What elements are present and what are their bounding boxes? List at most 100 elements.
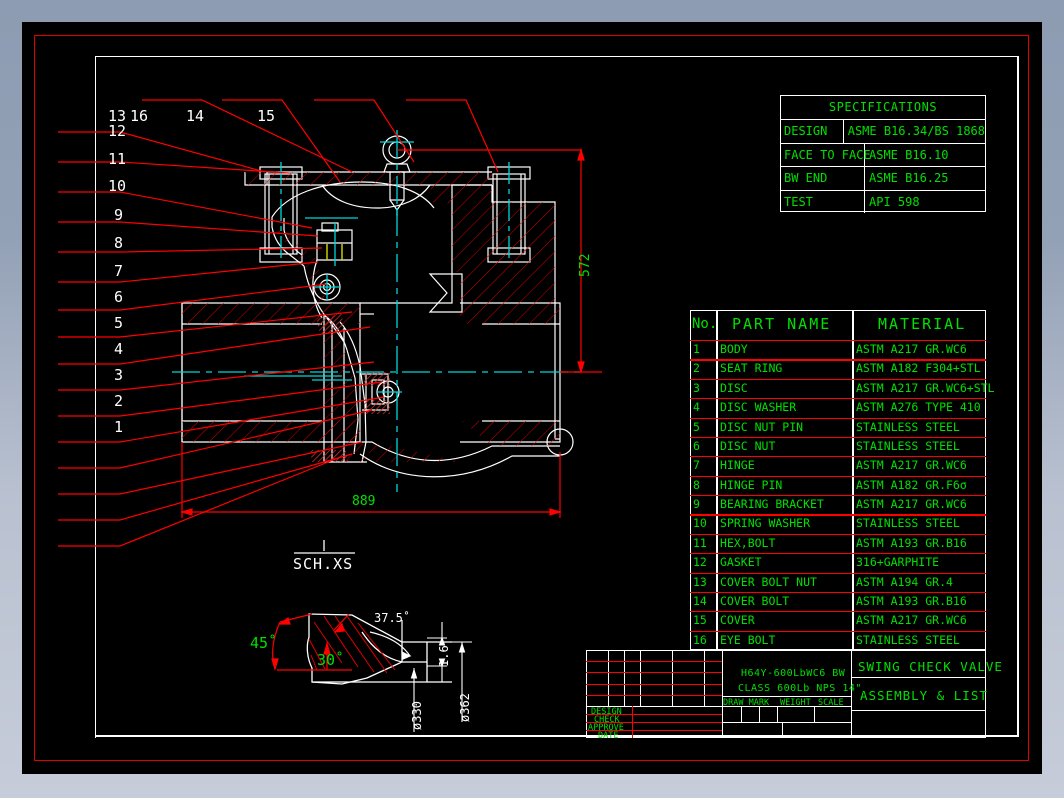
parts-cell-material: ASTM A182 GR.F6σ	[856, 477, 967, 492]
balloon-7: 7	[114, 262, 124, 280]
parts-list-header: No. PART NAME MATERIAL	[690, 310, 986, 340]
parts-row: 3 DISC ASTM A217 GR.WC6+STL	[690, 378, 994, 398]
parts-cell-no: 16	[693, 632, 707, 647]
dim-overall-height: 572	[578, 253, 593, 277]
tb-drawing-code-2: CLASS 600Lb NPS 14"	[738, 683, 862, 694]
parts-row: 12 GASKET 316+GARPHITE	[690, 553, 986, 572]
tb-h-title2	[851, 710, 985, 712]
parts-cell-no: 2	[693, 361, 700, 376]
land-1-6-label: 1.6	[437, 645, 451, 667]
balloon-6: 6	[114, 288, 124, 306]
parts-header-no: No.	[692, 316, 718, 332]
tb-h-mid2	[722, 722, 851, 724]
parts-cell-material: STAINLESS STEEL	[856, 516, 960, 531]
balloon-1: 1	[114, 418, 124, 436]
spec-label-bw-end: BW END	[781, 167, 865, 190]
tb-r4	[586, 695, 722, 697]
parts-list-table: No. PART NAME MATERIAL 1 BODY ASTM A217 GR…	[690, 310, 994, 650]
parts-cell-name: COVER BOLT	[720, 593, 790, 608]
section-hatching	[182, 172, 560, 462]
tb-v12	[782, 722, 784, 738]
parts-cell-no: 12	[693, 555, 707, 570]
balloon-2: 2	[114, 392, 124, 410]
parts-row-rule	[690, 340, 986, 342]
specifications-table: SPECIFICATIONS DESIGN ASME B16.34/BS 186…	[780, 95, 986, 213]
title-block: DESIGN CHECK APPROVE DATE H64Y-600LbWC6 …	[586, 650, 1002, 741]
parts-cell-name: HINGE	[720, 458, 755, 473]
parts-cell-name: HEX,BOLT	[720, 535, 776, 550]
parts-cell-no: 14	[693, 593, 707, 608]
tb-col-draw-mark: DRAW MARK	[723, 698, 770, 708]
parts-cell-no: 13	[693, 574, 707, 589]
spec-label-test: TEST	[781, 190, 865, 213]
parts-row: 9 BEARING BRACKET ASTM A217 GR.WC6	[690, 495, 986, 514]
spec-label-face-to-face: FACE TO FACE	[781, 143, 871, 167]
parts-cell-material: STAINLESS STEEL	[856, 419, 960, 434]
parts-cell-name: GASKET	[720, 555, 762, 570]
parts-cell-name: DISC WASHER	[720, 400, 797, 415]
parts-cell-material: ASTM A194 GR.4	[856, 574, 953, 589]
specifications-title: SPECIFICATIONS	[828, 100, 938, 114]
balloon-12: 12	[108, 122, 127, 140]
tb-v7	[851, 650, 853, 738]
parts-cell-name: DISC	[720, 380, 748, 395]
spec-value-design: ASME B16.34/BS 1868	[847, 124, 985, 139]
parts-row: 7 HINGE ASTM A217 GR.WC6	[690, 456, 986, 475]
parts-cell-no: 6	[693, 438, 700, 453]
balloon-10: 10	[108, 177, 127, 195]
parts-row-rule	[690, 436, 986, 439]
parts-cell-material: ASTM A217 GR.WC6	[856, 497, 967, 511]
parts-cell-name: SEAT RING	[720, 361, 783, 376]
balloon-8: 8	[114, 234, 124, 252]
parts-cell-name: COVER BOLT NUT	[720, 574, 817, 589]
tb-v5	[704, 650, 706, 706]
tb-title-line-1: SWING CHECK VALVE	[858, 659, 1003, 674]
tb-drawing-code-1: H64Y-600LbWC6 BW	[741, 668, 846, 679]
parts-cell-name: SPRING WASHER	[720, 516, 811, 531]
parts-row: 4 DISC WASHER ASTM A276 TYPE 410	[690, 398, 986, 417]
parts-cell-material: ASTM A193 GR.B16	[856, 593, 967, 608]
parts-row-rule	[690, 591, 986, 594]
parts-cell-material: ASTM A217 GR.WC6+STL	[856, 380, 995, 395]
balloon-9: 9	[114, 206, 124, 224]
parts-row-rule	[690, 572, 986, 574]
parts-row: 1 BODY ASTM A217 GR.WC6	[690, 340, 986, 359]
spec-value-test: API 598	[869, 194, 920, 209]
parts-cell-name: HINGE PIN	[720, 477, 783, 492]
tb-col-scale: SCALE	[818, 698, 844, 708]
dia-362-label: ø362	[458, 693, 472, 722]
parts-row: 13 COVER BOLT NUT ASTM A194 GR.4	[690, 572, 986, 592]
tb-v4	[672, 650, 674, 706]
parts-row-rule	[690, 475, 986, 477]
tb-h-title1	[851, 677, 985, 679]
tb-r1	[586, 661, 722, 663]
parts-row: 8 HINGE PIN ASTM A182 GR.F6σ	[690, 475, 986, 495]
parts-row-rule	[690, 456, 986, 458]
parts-cell-material: STAINLESS STEEL	[856, 632, 960, 647]
parts-cell-material: ASTM A217 GR.WC6	[856, 613, 967, 628]
parts-row: 15 COVER ASTM A217 GR.WC6	[690, 611, 986, 630]
parts-header-part-name: PART NAME	[732, 315, 832, 333]
parts-row-rule	[690, 630, 986, 632]
spec-row-face-to-face: FACE TO FACE ASME B16.10	[781, 142, 985, 167]
parts-row: 10 SPRING WASHER STAINLESS STEEL	[690, 514, 986, 533]
parts-row-rule	[690, 553, 986, 555]
parts-cell-no: 3	[693, 380, 700, 395]
angle-30-label: 30˚	[317, 651, 345, 669]
angle-45-label: 45˚	[250, 634, 278, 652]
parts-row: 5 DISC NUT PIN STAINLESS STEEL	[690, 417, 986, 437]
parts-row-rule	[690, 398, 986, 400]
parts-cell-no: 9	[693, 497, 700, 511]
parts-row-rule	[690, 611, 986, 613]
weld-note-sch: SCH.XS	[293, 555, 354, 573]
parts-cell-name: DISC NUT PIN	[720, 419, 804, 434]
parts-cell-material: STAINLESS STEEL	[856, 438, 960, 453]
parts-row: 11 HEX,BOLT ASTM A193 GR.B16	[690, 533, 986, 553]
dia-330-label: ø330	[410, 701, 424, 730]
balloon-11: 11	[108, 150, 127, 168]
parts-cell-no: 4	[693, 400, 700, 415]
parts-row-rule	[690, 514, 986, 516]
parts-cell-no: 7	[693, 458, 700, 473]
balloon-4: 4	[114, 340, 124, 358]
parts-cell-material: ASTM A276 TYPE 410	[856, 400, 981, 415]
